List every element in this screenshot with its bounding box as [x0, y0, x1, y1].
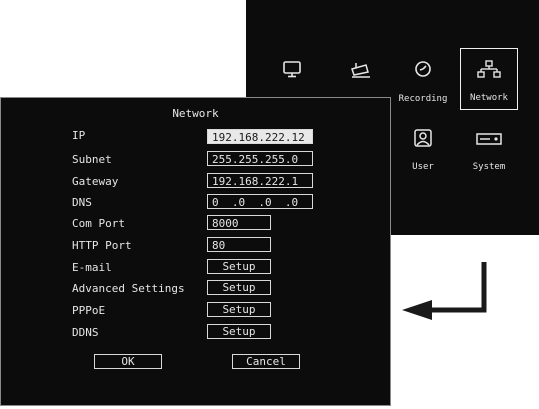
row-label-email: E-mail — [72, 261, 112, 274]
user-icon — [414, 129, 432, 147]
email-setup-button[interactable]: Setup — [207, 259, 271, 274]
clock-icon — [415, 61, 431, 77]
ddns-setup-button[interactable]: Setup — [207, 324, 271, 339]
cancel-button[interactable]: Cancel — [232, 354, 300, 369]
ok-button[interactable]: OK — [94, 354, 162, 369]
row-label-pppoe: PPPoE — [72, 304, 106, 317]
advanced-settings-setup-button[interactable]: Setup — [207, 280, 271, 295]
menu-item-label: User — [412, 162, 434, 172]
monitor-icon — [283, 61, 301, 78]
hard-drive-icon — [476, 133, 502, 145]
field-label-gateway: Gateway — [72, 175, 119, 188]
field-label-subnet: Subnet — [72, 153, 112, 166]
pppoe-setup-button[interactable]: Setup — [207, 302, 271, 317]
field-label-dns: DNS — [72, 196, 92, 209]
http-port-field[interactable]: 80 — [207, 237, 271, 252]
menu-item-label: System — [472, 162, 506, 172]
ip-field[interactable]: 192.168.222.12 — [207, 129, 313, 144]
menu-item-system[interactable]: System — [460, 118, 518, 178]
gateway-field[interactable]: 192.168.222.1 — [207, 173, 313, 188]
row-label-ddns: DDNS — [72, 326, 99, 339]
dns-field[interactable]: 0 .0 .0 .0 — [207, 194, 313, 209]
return-arrow-icon — [402, 262, 487, 320]
subnet-field[interactable]: 255.255.255.0 — [207, 151, 313, 166]
row-label-advanced-settings: Advanced Settings — [72, 282, 185, 295]
menu-item-network[interactable]: Network — [460, 48, 518, 110]
field-label-com-port: Com Port — [72, 217, 125, 230]
menu-item-label: Network — [470, 93, 508, 103]
network-icon — [477, 60, 501, 78]
dialog-title: Network — [172, 107, 219, 120]
camera-icon — [351, 63, 370, 78]
menu-item-recording[interactable]: Recording — [394, 50, 452, 110]
network-dialog: Network IP 192.168.222.12 Subnet 255.255… — [0, 97, 391, 406]
field-label-http-port: HTTP Port — [72, 239, 132, 252]
menu-item-label: Recording — [398, 94, 448, 104]
field-label-ip: IP — [72, 129, 86, 142]
menu-item-user[interactable]: User — [394, 118, 452, 178]
com-port-field[interactable]: 8000 — [207, 215, 271, 230]
